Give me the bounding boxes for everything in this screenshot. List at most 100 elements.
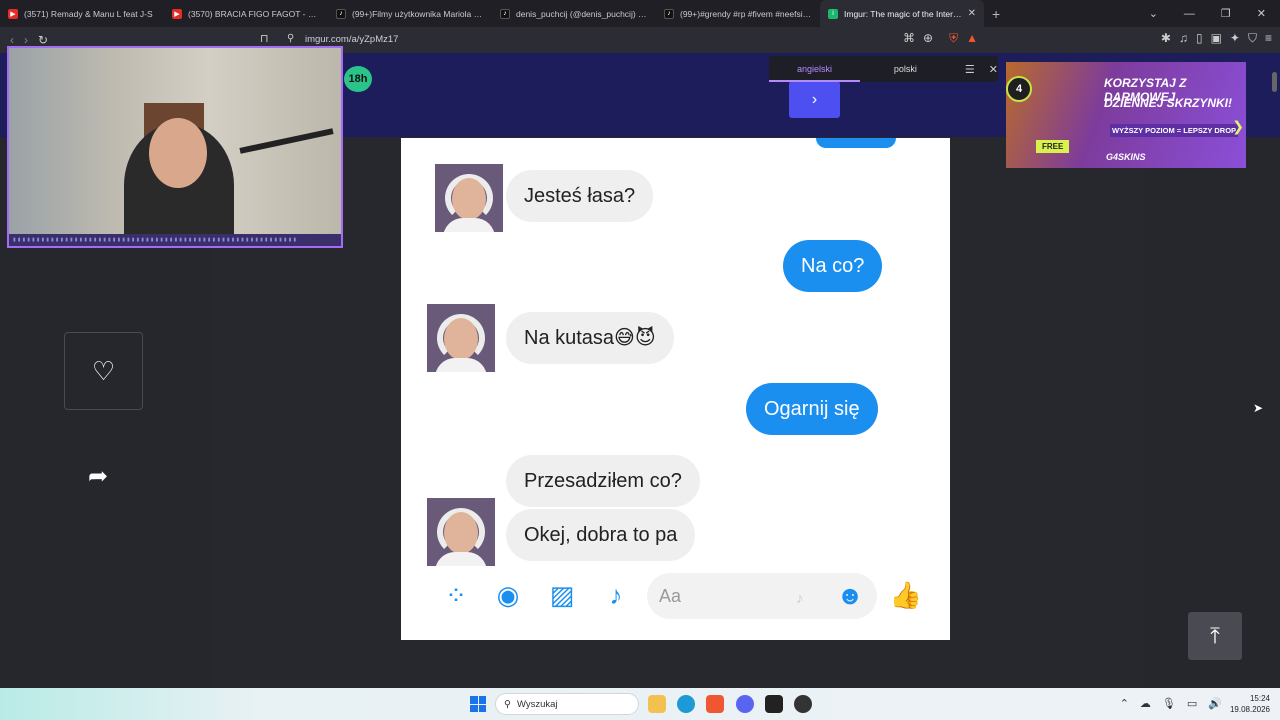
translate-option-english[interactable]: angielski bbox=[769, 56, 860, 82]
volume-icon[interactable]: 🔊 bbox=[1208, 697, 1222, 710]
obs-icon[interactable] bbox=[794, 695, 812, 713]
chevron-up-icon[interactable]: ⌃ bbox=[1120, 697, 1129, 710]
back-icon[interactable]: ‹ bbox=[10, 33, 14, 47]
taskbar-search[interactable]: ⚲ Wyszukaj bbox=[495, 693, 639, 715]
tab-strip: ▶ (3571) Remady & Manu L feat J-S ▶ (357… bbox=[0, 0, 1280, 27]
chat-avatar bbox=[435, 164, 503, 232]
microphone-icon[interactable]: 🎙 bbox=[1162, 697, 1176, 710]
image-icon: ▨ bbox=[549, 579, 575, 610]
translate-menu-icon[interactable]: ☰ bbox=[965, 63, 975, 76]
tab-title: (3571) Remady & Manu L feat J-S bbox=[24, 8, 153, 19]
chat-message: Ogarnij się bbox=[746, 383, 878, 435]
heart-icon: ♡ bbox=[91, 355, 116, 386]
imgur-icon: i bbox=[828, 8, 838, 19]
close-tab-icon[interactable]: ✕ bbox=[968, 8, 976, 19]
edge-icon[interactable] bbox=[677, 695, 695, 713]
wallet-icon[interactable]: ▣ bbox=[1211, 31, 1222, 46]
ad-free-label: FREE bbox=[1036, 140, 1070, 153]
tab-title: (3570) BRACIA FIGO FAGOT - CZY KO bbox=[188, 8, 320, 19]
bookmark-icon[interactable]: ⊓ bbox=[260, 32, 269, 45]
microphone-icon: ♪ bbox=[609, 579, 623, 610]
zoom-icon[interactable]: ⊕ bbox=[923, 31, 933, 46]
thumbs-up-icon: 👍 bbox=[889, 579, 923, 610]
site-info-icon[interactable]: ⚲ bbox=[287, 33, 294, 44]
file-explorer-icon[interactable] bbox=[648, 695, 666, 713]
translate-icon[interactable]: ⌘ bbox=[903, 31, 915, 46]
share-arrow-icon: ➦ bbox=[88, 463, 109, 490]
leo-icon[interactable]: ✦ bbox=[1230, 31, 1240, 46]
maximize-button[interactable]: ❐ bbox=[1221, 7, 1231, 20]
music-icon[interactable]: ♫ bbox=[1179, 31, 1188, 46]
discord-icon[interactable] bbox=[736, 695, 754, 713]
tiktok-icon: ♪ bbox=[336, 8, 346, 19]
webcam-strip: ▮▮▮▮▮▮▮▮▮▮▮▮▮▮▮▮▮▮▮▮▮▮▮▮▮▮▮▮▮▮▮▮▮▮▮▮▮▮▮▮… bbox=[9, 234, 341, 246]
system-tray: ⌃ ☁ 🎙 ▭ 🔊 bbox=[1120, 697, 1222, 710]
streamer-head bbox=[149, 118, 207, 188]
tab-title: (99+)#grendy #rp #fivem #neefsi #b bbox=[680, 8, 812, 19]
search-icon: ⚲ bbox=[504, 698, 511, 710]
cloud-icon[interactable]: ☁ bbox=[1140, 697, 1151, 710]
page-scrollbar[interactable] bbox=[1272, 72, 1277, 92]
close-window-button[interactable]: ✕ bbox=[1257, 7, 1266, 20]
minimize-button[interactable]: — bbox=[1184, 8, 1195, 20]
camera-icon: ◉ bbox=[496, 579, 520, 610]
mouse-cursor-icon: ➤ bbox=[1253, 401, 1264, 415]
forward-icon[interactable]: › bbox=[24, 33, 28, 47]
tab-title: (99+)Filmy użytkownika Mariola treva bbox=[352, 8, 484, 19]
browser-actions: ✱ ♫ ▯ ▣ ✦ ⛉ ≡ bbox=[1161, 31, 1272, 46]
scroll-to-top-button[interactable]: ⤒ bbox=[1188, 612, 1242, 660]
youtube-icon: ▶ bbox=[172, 8, 182, 19]
chat-avatar bbox=[427, 498, 495, 566]
brave-icon[interactable] bbox=[706, 695, 724, 713]
url-field[interactable]: imgur.com/a/yZpMz17 bbox=[305, 34, 398, 45]
close-icon[interactable]: ✕ bbox=[989, 63, 998, 76]
ad-banner[interactable]: 4 KORZYSTAJ Z DARMOWEJ DZIENNEJ SKRZYNKI… bbox=[1006, 62, 1246, 168]
translate-bar: angielski polski ☰ ✕ bbox=[769, 56, 998, 82]
tab-tiktok-3[interactable]: ♪ (99+)#grendy #rp #fivem #neefsi #b bbox=[656, 0, 820, 27]
rewards-icon[interactable]: ▲ bbox=[966, 31, 978, 46]
chat-message: Na co? bbox=[783, 240, 883, 292]
reload-icon[interactable]: ↻ bbox=[38, 33, 48, 47]
search-placeholder: Wyszukaj bbox=[516, 698, 558, 710]
vpn-icon[interactable]: ⛉ bbox=[1248, 31, 1257, 46]
post-image-chat: Jesteś łasa? Na co? Na kutasa😅😈 Ogarnij … bbox=[401, 138, 950, 640]
new-tab-button[interactable]: + bbox=[992, 6, 1000, 22]
age-badge: 18h bbox=[344, 66, 372, 92]
chat-message: Na kutasa😅😈 bbox=[506, 312, 674, 364]
address-actions: ⌘ ⊕ ⛨ ▲ bbox=[903, 31, 978, 46]
tiktok-icon: ♪ bbox=[500, 8, 510, 19]
clock-time: 15:24 bbox=[1249, 694, 1270, 703]
next-post-button[interactable]: › bbox=[789, 81, 840, 118]
tab-tiktok-2[interactable]: ♪ denis_puchcij (@denis_puchcij) | TikT bbox=[492, 0, 656, 27]
like-button[interactable]: ♡ bbox=[64, 332, 143, 410]
taskbar-clock[interactable]: 15:24 19.08.2026 bbox=[1230, 693, 1270, 715]
ad-headline-2: DZIENNEJ SKRZYNKI! bbox=[1104, 96, 1233, 110]
tab-imgur[interactable]: i Imgur: The magic of the Internet ✕ bbox=[820, 0, 984, 27]
share-button[interactable]: ➦ bbox=[88, 462, 108, 491]
emoji-icon: ☻ bbox=[836, 579, 864, 610]
tab-youtube-2[interactable]: ▶ (3570) BRACIA FIGO FAGOT - CZY KO bbox=[164, 0, 328, 27]
app-icon[interactable] bbox=[765, 695, 783, 713]
tab-title: Imgur: The magic of the Internet bbox=[844, 8, 962, 19]
window-controls: ⌄ — ❐ ✕ bbox=[1149, 0, 1280, 27]
translate-option-polish[interactable]: polski bbox=[860, 56, 951, 82]
clock-date: 19.08.2026 bbox=[1229, 705, 1270, 714]
chevron-down-icon[interactable]: ⌄ bbox=[1149, 7, 1158, 20]
windows-taskbar: ⚲ Wyszukaj ⌃ ☁ 🎙 ▭ 🔊 15:24 19.08.2026 bbox=[0, 688, 1280, 720]
tab-youtube-1[interactable]: ▶ (3571) Remady & Manu L feat J-S bbox=[0, 0, 164, 27]
menu-icon[interactable]: ≡ bbox=[1265, 31, 1272, 46]
chat-sent-bubble-partial bbox=[816, 138, 896, 148]
arrow-up-icon: ⤒ bbox=[1210, 623, 1220, 648]
sidebar-icon[interactable]: ▯ bbox=[1196, 31, 1203, 46]
windows-start-button[interactable] bbox=[470, 696, 486, 712]
extensions-icon[interactable]: ✱ bbox=[1161, 31, 1171, 46]
ad-brand: G4SKINS bbox=[1106, 152, 1146, 162]
chevron-right-icon: ❯ bbox=[1232, 118, 1244, 134]
chat-message: Jesteś łasa? bbox=[506, 170, 654, 222]
network-icon[interactable]: ▭ bbox=[1187, 697, 1197, 710]
ad-subline: WYŻSZY POZIOM = LEPSZY DROP bbox=[1110, 124, 1238, 137]
brave-shield-icon[interactable]: ⛨ bbox=[949, 31, 958, 46]
tab-tiktok-1[interactable]: ♪ (99+)Filmy użytkownika Mariola treva bbox=[328, 0, 492, 27]
chat-input-bar: ⁘ ◉ ▨ ♪ Aa ♪ ☻ 👍 bbox=[401, 568, 950, 628]
chat-message: Okej, dobra to pa bbox=[506, 509, 696, 561]
